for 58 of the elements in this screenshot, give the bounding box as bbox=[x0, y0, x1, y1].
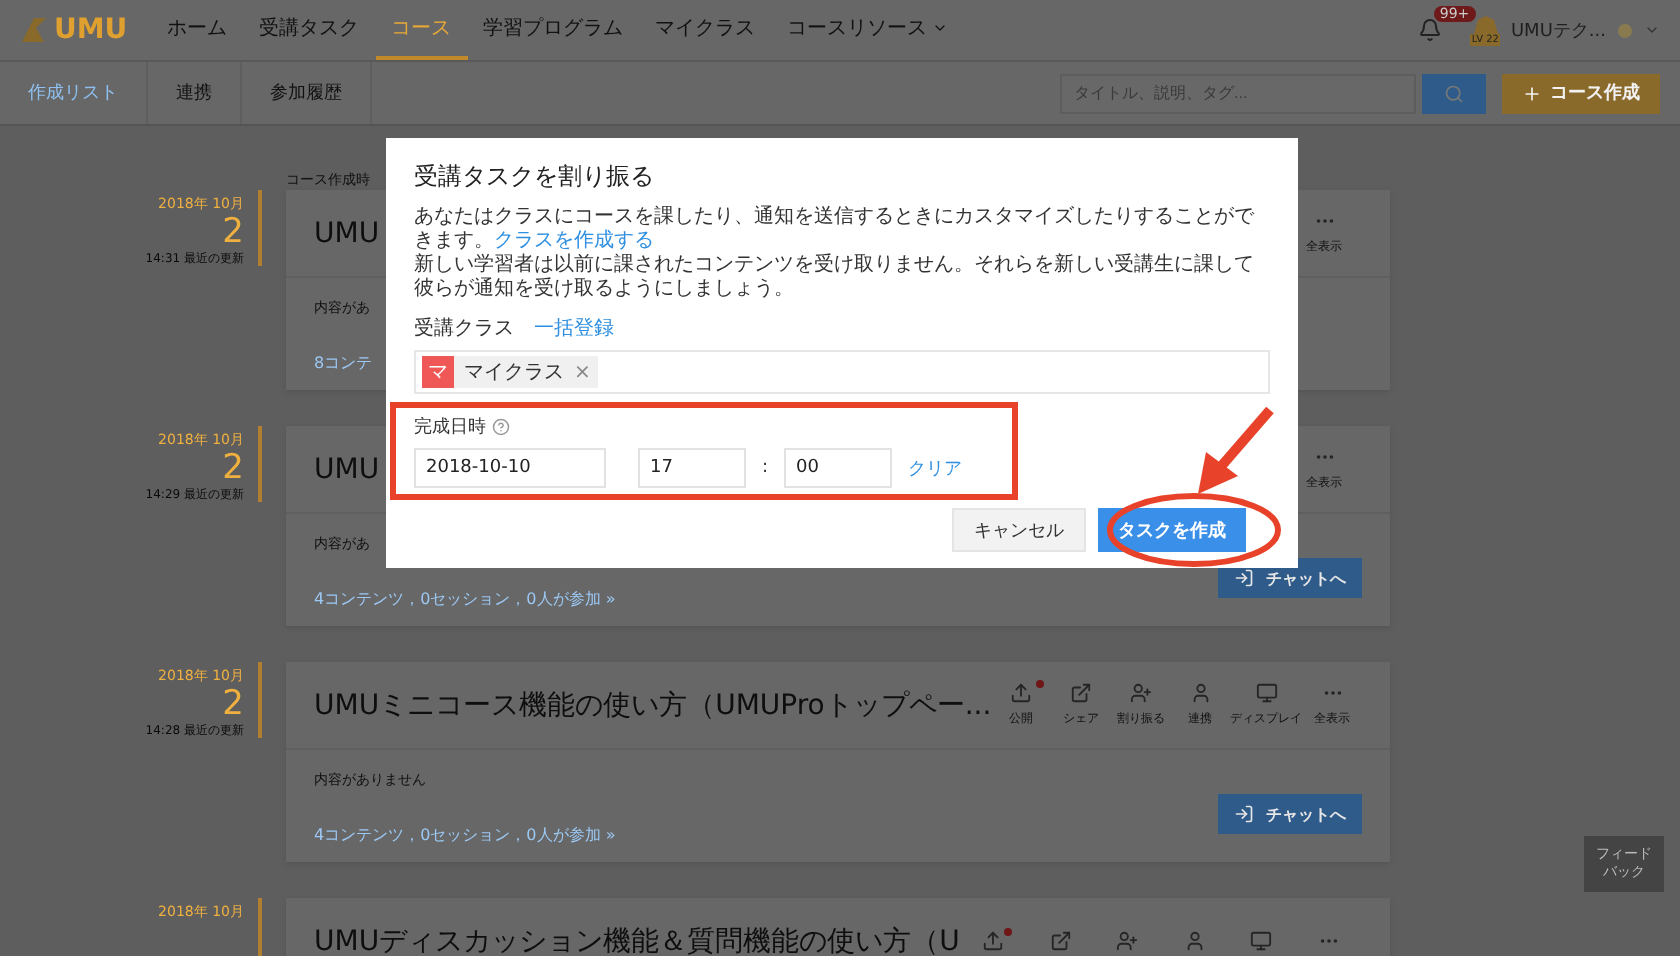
logo-icon bbox=[20, 16, 48, 44]
remove-tag[interactable]: × bbox=[574, 361, 591, 383]
dialog-description: あなたはクラスにコースを課したり、通知を送信するときにカスタマイズしたりすることができます。クラスを作成する bbox=[414, 206, 1256, 253]
status-icon bbox=[1618, 23, 1632, 37]
help-icon[interactable] bbox=[492, 418, 510, 436]
tab[interactable]: 連携 bbox=[148, 62, 242, 124]
user-plus-icon bbox=[1116, 930, 1139, 952]
chat-button[interactable]: チャットへ bbox=[1218, 794, 1362, 834]
create-class-link[interactable]: クラスを作成する bbox=[494, 230, 654, 252]
plus-icon bbox=[1522, 83, 1542, 103]
stats-link[interactable]: 4コンテンツ，0セッション，0人が参加 » bbox=[314, 590, 616, 608]
minute-field[interactable]: 00 bbox=[784, 448, 893, 488]
date-field[interactable]: 2018-10-10 bbox=[414, 448, 606, 488]
course-title[interactable]: UMUディスカッション機能＆質問機能の使い方（U bbox=[314, 923, 960, 956]
logo-text: UMU bbox=[54, 14, 128, 46]
user-icon bbox=[1189, 682, 1212, 704]
nav-item[interactable]: ホーム bbox=[151, 0, 244, 60]
bulk-register-link[interactable]: 一括登録 bbox=[534, 314, 614, 342]
external-link-icon bbox=[1049, 930, 1072, 952]
time-separator: : bbox=[762, 458, 769, 478]
clear-link[interactable]: クリア bbox=[908, 455, 963, 481]
dialog-title: 受講タスクを割り振る bbox=[414, 160, 656, 194]
upload-icon bbox=[982, 930, 1005, 952]
caret-icon[interactable] bbox=[1644, 22, 1660, 38]
tab[interactable]: 作成リスト bbox=[0, 62, 148, 124]
create-task-button[interactable]: タスクを作成 bbox=[1098, 508, 1246, 552]
tab[interactable]: 参加履歴 bbox=[242, 62, 372, 124]
search-icon bbox=[1444, 83, 1464, 103]
date-day: 2 bbox=[222, 686, 244, 722]
class-field[interactable]: マ マイクラス × bbox=[414, 350, 1270, 394]
monitor-icon bbox=[1250, 930, 1273, 952]
nav-item[interactable]: マイクラス bbox=[639, 0, 772, 60]
nav-item[interactable]: コースリソース bbox=[771, 0, 964, 60]
enter-icon bbox=[1234, 568, 1254, 588]
monitor-icon bbox=[1255, 682, 1278, 704]
nav-item[interactable]: 受講タスク bbox=[243, 0, 376, 60]
field-label: 受講クラス bbox=[414, 315, 514, 342]
stats-link[interactable]: 8コンテ bbox=[314, 354, 373, 372]
avatar-icon[interactable] bbox=[1471, 15, 1500, 33]
class-initial: マ bbox=[422, 356, 454, 388]
user-name[interactable]: UMUテク... bbox=[1510, 0, 1606, 60]
external-link-icon bbox=[1070, 682, 1092, 704]
enter-icon bbox=[1234, 804, 1254, 824]
bell-icon[interactable] bbox=[1417, 18, 1442, 42]
user-plus-icon bbox=[1129, 682, 1152, 704]
stats-link[interactable]: 4コンテンツ，0セッション，0人が参加 » bbox=[314, 826, 616, 844]
date-day: 2 bbox=[222, 214, 244, 250]
cancel-button[interactable]: キャンセル bbox=[952, 508, 1086, 552]
nav-item[interactable]: 学習プログラム bbox=[467, 0, 640, 60]
class-name: マイクラス bbox=[464, 360, 564, 386]
hour-field[interactable]: 17 bbox=[638, 448, 746, 488]
create-course-button[interactable]: コース作成 bbox=[1502, 73, 1660, 113]
course-title[interactable]: UMUミニコース機能の使い方（UMUProトップペー... bbox=[314, 687, 992, 723]
date-day: 2 bbox=[222, 450, 244, 486]
dialog-note: 新しい学習者は以前に課されたコンテンツを受け取りません。それらを新しい受講生に課して彼らが通知を受け取るようにしましょう。 bbox=[414, 254, 1256, 302]
upload-icon bbox=[1010, 682, 1033, 704]
field-label: 完成日時 bbox=[414, 415, 486, 440]
user-icon bbox=[1183, 930, 1206, 952]
